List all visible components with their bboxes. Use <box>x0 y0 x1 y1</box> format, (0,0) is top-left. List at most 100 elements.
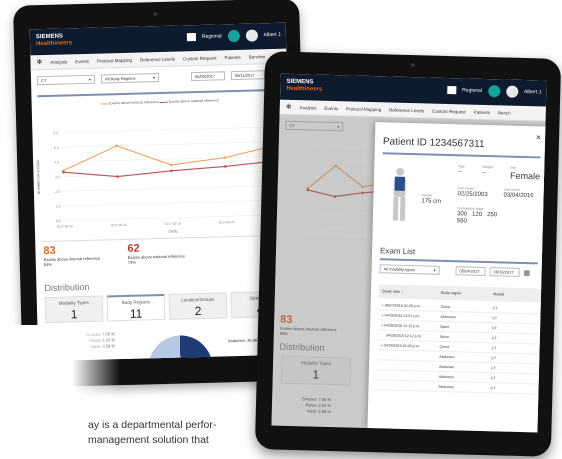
avatar[interactable] <box>245 29 258 42</box>
page-body-text: ay is a departmental perfor- management … <box>88 418 216 448</box>
notification-icon[interactable] <box>227 29 240 43</box>
cell-date: + 04/28/2016 12:12 p.m. <box>381 322 421 328</box>
date-from-input[interactable]: 05/05/2017 <box>190 71 226 82</box>
legend-swatch-national <box>159 101 168 103</box>
data-point[interactable] <box>224 165 227 168</box>
height-value: 175 cm <box>421 198 442 205</box>
data-point[interactable] <box>116 175 119 178</box>
dist-label: Body Regions <box>121 299 150 306</box>
camera-dot <box>153 12 158 17</box>
kpi-national: 62 Exams above national reference 73% <box>127 240 228 265</box>
modality-select[interactable]: CT ▾ <box>36 74 96 86</box>
gridline <box>63 185 280 192</box>
nav-item-reference-levels[interactable]: Reference Levels <box>140 56 175 62</box>
nav-item-patients[interactable]: Patients <box>224 54 240 59</box>
cumulative-dose-field: Cumulative dose 300 120 250 550 <box>457 206 543 226</box>
cell-modality: CT <box>490 365 496 370</box>
gridline <box>62 126 279 133</box>
dist-body-regions[interactable]: Body Regions 11 <box>106 293 166 322</box>
user-name[interactable]: Albert J. <box>524 89 542 95</box>
user-name[interactable]: Albert J. <box>263 32 281 38</box>
nav-item-protocol-mapping[interactable]: Protocol Mapping <box>346 106 381 112</box>
camera-dot <box>410 63 415 68</box>
cell-date <box>377 355 439 357</box>
y-tick-label: 1.0 <box>55 204 60 208</box>
x-tick-label: 2017-05-05 <box>57 224 74 228</box>
monitor-icon[interactable] <box>186 33 196 42</box>
nav-item-custom-request[interactable]: Custom Request <box>183 55 217 61</box>
cell-region: Abdomen <box>440 314 456 319</box>
dist-location-groups[interactable]: Location/Groups 2 <box>168 292 228 320</box>
cell-region: Abdomen <box>439 364 455 369</box>
nav-item-analysis[interactable]: Analysis <box>300 105 317 110</box>
series-line-0 <box>63 143 279 172</box>
modality-type-value: All modality types <box>383 266 415 273</box>
cell-date: + 06/27/2016 02:35 p.m. <box>381 302 421 308</box>
dist-label: Location/Groups <box>181 296 215 303</box>
weight-value: -- <box>482 169 487 177</box>
data-point[interactable] <box>223 156 227 159</box>
height-field: Height 175 cm <box>421 193 441 205</box>
nav-item-custom-request[interactable]: Custom Request <box>432 108 466 114</box>
body-silhouette-icon <box>392 167 406 221</box>
dist-value: 11 <box>129 306 143 321</box>
nav-item-benchmark[interactable]: Benchm <box>249 54 266 59</box>
modality-type-select[interactable]: All modality types ▾ <box>379 264 440 275</box>
kpi-national-label: Exams above national reference <box>127 253 186 260</box>
network-icon[interactable]: ✱ <box>36 58 42 66</box>
cell-modality: CT <box>490 375 496 380</box>
legend-swatch-internal <box>100 102 109 105</box>
data-point[interactable] <box>170 169 173 173</box>
section-divider <box>382 152 541 159</box>
cell-modality: CT <box>491 345 497 350</box>
nav-item-events[interactable]: Events <box>75 58 89 63</box>
legend-national: Exams above national reference <box>168 98 219 104</box>
region-label[interactable]: Regional <box>462 87 482 94</box>
cell-region: Chest <box>440 304 451 309</box>
patient-id-title: Patient ID 1234567311 <box>382 136 485 150</box>
nav-item-events[interactable]: Events <box>324 105 338 110</box>
nav-item-protocol-mapping[interactable]: Protocol Mapping <box>97 57 132 63</box>
age-label: Age <box>458 164 465 169</box>
sex-value: Female <box>509 170 541 182</box>
calendar-icon[interactable]: ▦ <box>523 269 530 277</box>
col-body-region[interactable]: Body region <box>441 291 493 296</box>
notification-icon[interactable] <box>487 85 501 98</box>
weight-label: Weight <box>482 164 494 170</box>
dose-value: 250 <box>487 212 498 219</box>
y-tick-label: 5.0 <box>54 146 59 150</box>
y-tick-label: 4.0 <box>54 160 59 164</box>
nav-item-patients[interactable]: Patients <box>474 109 490 114</box>
data-point[interactable] <box>169 163 173 167</box>
gridline <box>64 214 281 221</box>
exam-date-to-value: 06/10/2017 <box>493 269 514 275</box>
cell-date <box>377 375 439 377</box>
cell-region: Abdomen <box>438 374 455 379</box>
cell-modality: CT <box>491 355 497 360</box>
line-chart: 0.0 1.0 2.0 3.0 4.0 5.0 6.0 2017-05-05 2017-05-1… <box>36 126 289 234</box>
body-region-select[interactable]: All Body Regions ▾ <box>100 73 160 84</box>
cell-modality: CT <box>492 315 498 320</box>
x-tick-label: 2017-05-19 <box>165 221 182 225</box>
nav-item-analysis[interactable]: Analysis <box>50 59 67 64</box>
dist-modality-types[interactable]: Modality Types 1 <box>44 295 104 324</box>
body-text-line: ay is a departmental perfor- <box>88 419 217 431</box>
network-icon[interactable]: ✱ <box>286 103 292 111</box>
col-modality[interactable]: Modali <box>493 292 533 297</box>
monitor-icon[interactable] <box>447 85 457 95</box>
avatar[interactable] <box>505 85 519 98</box>
x-axis-label: DATE <box>168 230 178 234</box>
region-label[interactable]: Regional <box>202 33 222 40</box>
y-tick-label: 0.0 <box>56 219 61 223</box>
nav-item-benchmark[interactable]: Bench <box>498 110 511 115</box>
col-study-date[interactable]: Study date ↑ <box>379 289 441 295</box>
last-exam-field: Last exam 03/04/2016 <box>503 187 533 199</box>
exam-date-to[interactable]: 06/10/2017 <box>489 267 520 277</box>
nav-item-reference-levels[interactable]: Reference Levels <box>389 107 424 113</box>
exam-date-from[interactable]: 05/04/2017 <box>455 266 486 277</box>
last-exam-label: Last exam <box>503 187 520 192</box>
close-icon[interactable]: × <box>536 132 542 142</box>
date-to-input[interactable]: 06/11/2017 <box>230 70 266 81</box>
y-axis-label: NUMBER OF EXAMS <box>36 159 41 194</box>
cell-date <box>377 385 439 387</box>
